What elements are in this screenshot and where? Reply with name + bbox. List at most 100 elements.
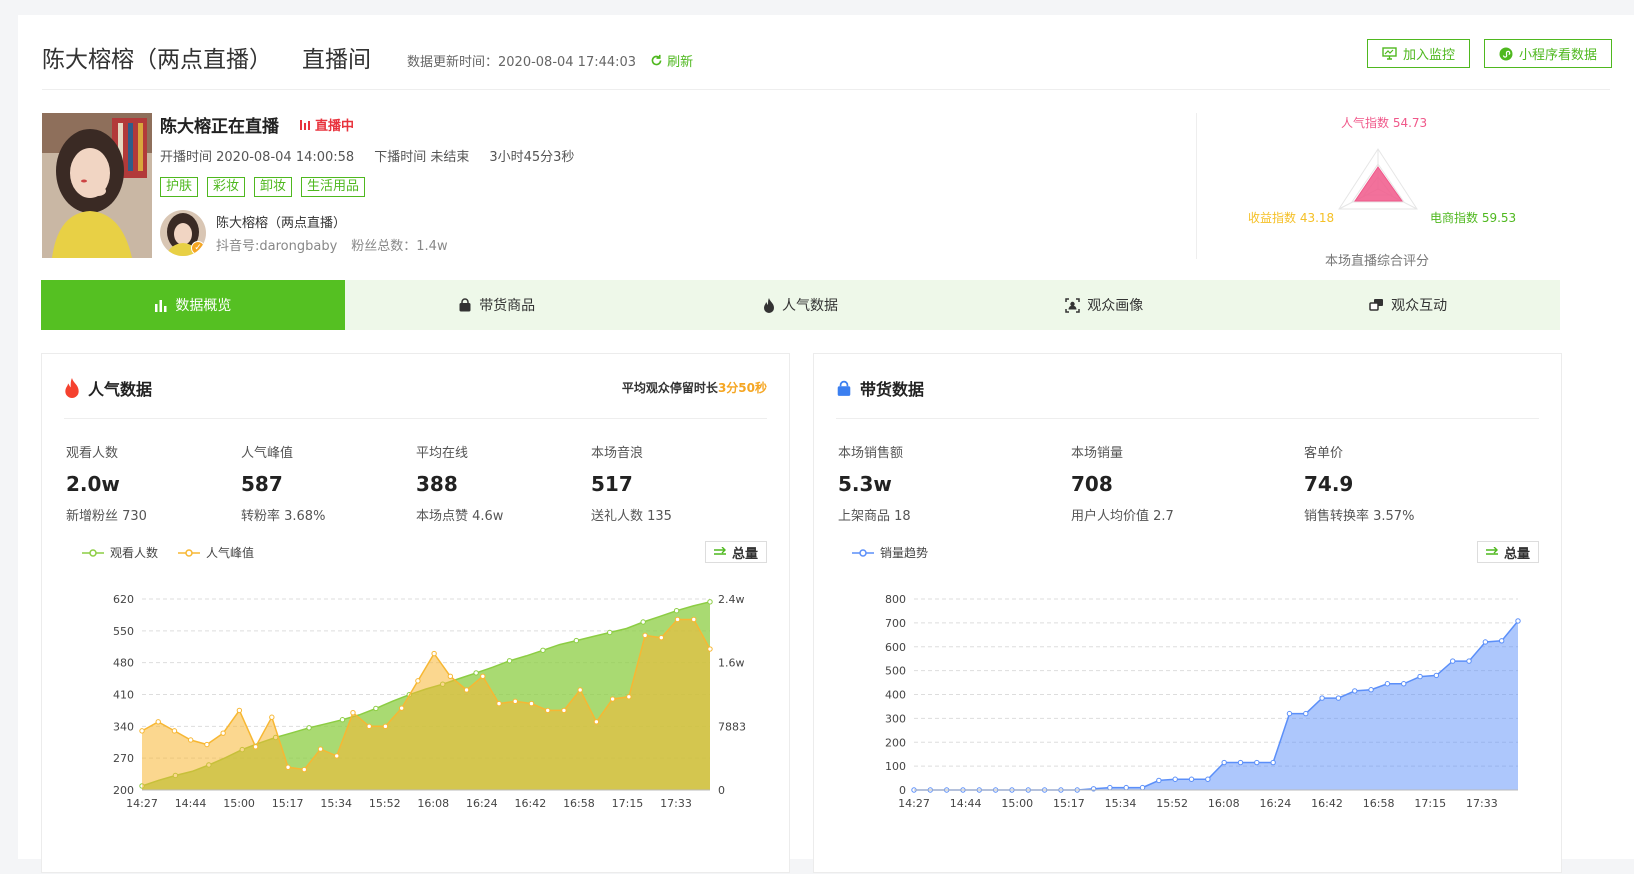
panel-divider	[64, 418, 767, 419]
popularity-index: 人气指数 54.73	[1341, 116, 1428, 130]
legend-viewers[interactable]: 观看人数	[82, 544, 158, 561]
stat-sub: 转粉率 3.68%	[241, 509, 326, 524]
tab-label: 带货商品	[479, 298, 536, 314]
owner-name[interactable]: 陈大榕榕（两点直播）	[216, 212, 448, 231]
sales-series-point	[1433, 672, 1440, 679]
stat-value: 388	[416, 472, 458, 496]
radar-chart	[1338, 148, 1418, 210]
x-tick-label: 14:27	[126, 797, 158, 810]
popularity-chart[interactable]: 200 270 340 410 480 550 620 0 7883 1.6w 2.4w 14:27 1…	[42, 579, 789, 874]
peak-series-point	[155, 719, 161, 725]
stat-value: 587	[241, 472, 283, 496]
sales-title: 带货数据	[860, 380, 925, 399]
sales-panel: 带货数据 本场销售额 5.3w 上架商品 18 本场销量 708 用户人均价值 …	[813, 353, 1562, 873]
tag-item[interactable]: 彩妆	[207, 177, 246, 197]
stat-label: 人气峰值	[241, 446, 294, 461]
live-cover-image[interactable]	[42, 113, 152, 258]
add-monitor-button[interactable]: 加入监控	[1366, 39, 1470, 68]
peak-series-point	[512, 698, 518, 705]
stat-value: 708	[1071, 472, 1113, 496]
page-subtitle: 直播间	[302, 47, 371, 73]
total-toggle-button[interactable]: 总量	[704, 541, 767, 563]
total-toggle-button[interactable]: 总量	[1476, 541, 1539, 563]
tab-label: 观众互动	[1391, 298, 1448, 314]
tab-audience-profile[interactable]: 观众画像	[952, 280, 1256, 330]
legend-label: 人气峰值	[206, 546, 255, 560]
sales-chart[interactable]: 0 100 200 300 400 500 600 700 800 14:27 14:44 15:00…	[814, 579, 1561, 874]
sales-series-point	[1335, 695, 1342, 701]
peak-series-point	[269, 714, 275, 720]
owner-douyin-id: 抖音号:darongbaby	[216, 239, 338, 254]
sales-series-point	[1270, 759, 1276, 766]
tag-item[interactable]: 护肤	[160, 177, 199, 197]
refresh-button[interactable]: 刷新	[650, 51, 693, 70]
legend-label: 销量趋势	[880, 546, 929, 560]
viewers-series-point	[607, 629, 613, 636]
switch-icon	[713, 547, 726, 555]
y-tick-label: 480	[113, 657, 134, 670]
x-tick-label: 15:52	[1156, 797, 1188, 810]
x-tick-label: 15:00	[1001, 797, 1033, 810]
y2-tick-label: 7883	[718, 720, 746, 733]
viewers-series-point	[673, 608, 680, 614]
monitor-icon	[1382, 47, 1397, 60]
ecommerce-index: 电商指数 59.53	[1430, 211, 1517, 225]
x-tick-label: 16:08	[417, 797, 449, 810]
avatar[interactable]: ✓	[160, 210, 206, 256]
x-tick-label: 17:33	[660, 797, 692, 810]
x-tick-label: 15:34	[320, 797, 352, 810]
sales-series-point	[1188, 776, 1195, 782]
tab-label: 人气数据	[781, 298, 838, 314]
stat-sales-volume: 本场销量 708 用户人均价值 2.7	[1071, 442, 1304, 524]
x-tick-label: 14:44	[175, 797, 207, 810]
sales-series-point	[1319, 695, 1325, 701]
tab-popularity[interactable]: 人气数据	[649, 280, 953, 330]
stat-label: 本场销售额	[838, 446, 904, 461]
tab-overview[interactable]: 数据概览	[41, 280, 345, 330]
y-tick-label: 0	[899, 784, 906, 797]
stat-unit-price: 客单价 74.9 销售转换率 3.57%	[1304, 442, 1504, 524]
peak-series-point	[496, 700, 502, 707]
refresh-icon	[651, 54, 662, 65]
shopping-bag-icon	[837, 380, 851, 396]
viewers-series-point	[339, 717, 346, 723]
sales-series-point	[1205, 776, 1211, 782]
peak-series-point	[707, 646, 713, 652]
avg-stay-value: 3分50秒	[717, 381, 767, 395]
stat-value: 517	[591, 472, 633, 496]
header-actions: 加入监控 小程序看数据	[1366, 39, 1612, 68]
peak-series-point	[236, 707, 243, 714]
peak-series-point	[334, 753, 340, 759]
y-tick-label: 550	[113, 625, 134, 638]
sales-series-point	[1368, 687, 1374, 693]
peak-series-point	[204, 741, 210, 748]
sales-series-point	[1466, 658, 1472, 664]
x-tick-label: 16:24	[466, 797, 498, 810]
live-start-time: 开播时间 2020-08-04 14:00:58	[160, 150, 355, 165]
x-tick-label: 14:44	[950, 797, 982, 810]
y-tick-label: 600	[885, 641, 906, 654]
sales-series-point	[1515, 618, 1521, 624]
tab-products[interactable]: 带货商品	[345, 280, 649, 330]
live-info: 陈大榕正在直播 直播中 开播时间 2020-08-04 14:00:58 下播时…	[160, 113, 574, 256]
stat-sound-wave: 本场音浪 517 送礼人数 135	[591, 442, 741, 524]
miniapp-data-button[interactable]: 小程序看数据	[1483, 39, 1612, 68]
live-end-time: 下播时间 未结束	[374, 150, 470, 165]
tab-audience-interaction[interactable]: 观众互动	[1256, 280, 1560, 330]
sales-stats: 本场销售额 5.3w 上架商品 18 本场销量 708 用户人均价值 2.7 客…	[838, 442, 1504, 524]
tag-item[interactable]: 卸妆	[254, 177, 293, 197]
peak-series-point	[252, 744, 259, 750]
tag-list: 护肤 彩妆 卸妆 生活用品	[160, 177, 574, 197]
peak-series-point	[187, 737, 194, 743]
tag-item[interactable]: 生活用品	[301, 177, 366, 197]
peak-series-point	[674, 616, 681, 623]
stat-sub: 本场点赞 4.6w	[416, 509, 504, 524]
stat-label: 平均在线	[416, 446, 469, 461]
viewers-series-point	[506, 658, 513, 664]
y-tick-label: 800	[885, 593, 906, 606]
stat-sub: 上架商品 18	[838, 509, 911, 524]
legend-sales-trend[interactable]: 销量趋势	[852, 544, 928, 561]
y-tick-label: 400	[885, 689, 906, 702]
legend-peak[interactable]: 人气峰值	[178, 544, 254, 561]
x-tick-label: 15:00	[223, 797, 255, 810]
